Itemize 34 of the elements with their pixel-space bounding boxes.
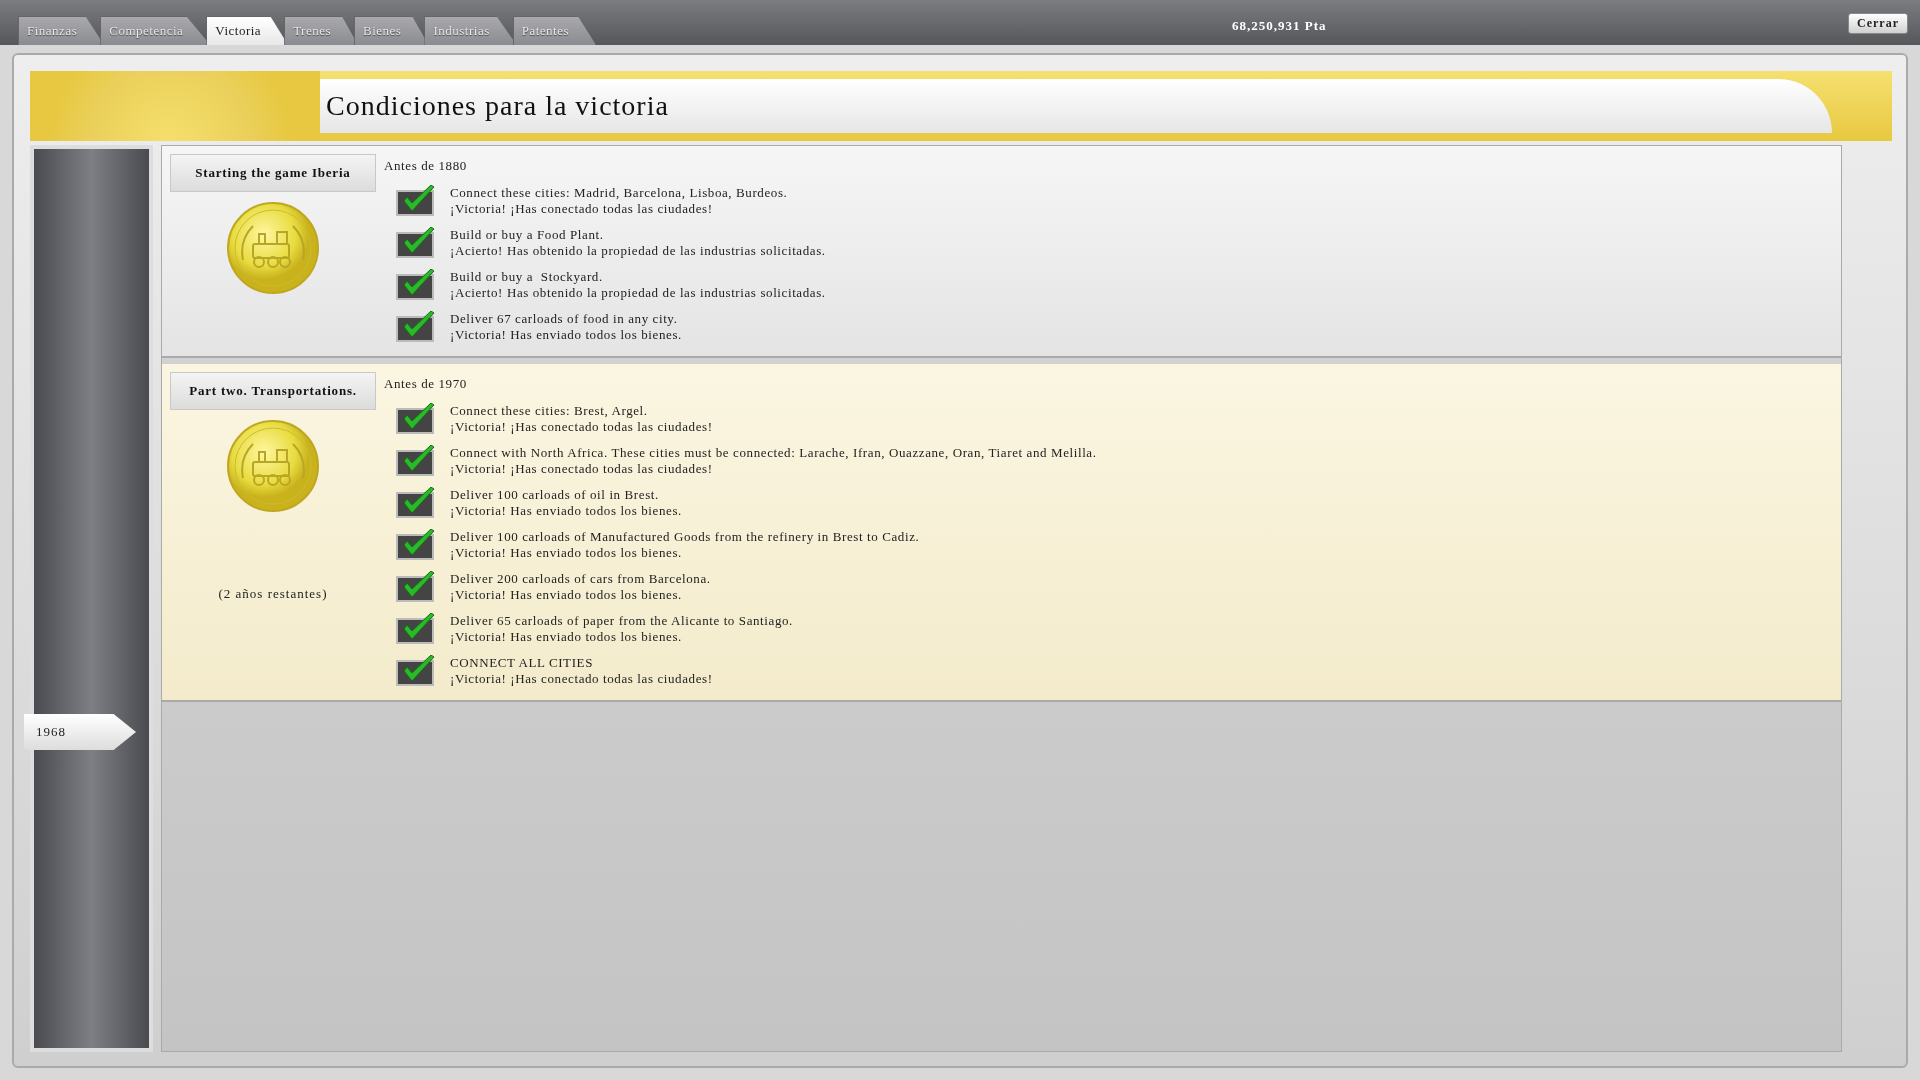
goal-result-text: ¡Victoria! Has enviado todos los bienes. <box>450 629 683 645</box>
goal-text: Deliver 65 carloads of paper from the Alicante to Santiago. <box>450 613 793 629</box>
goal-result-text: ¡Victoria! Has enviado todos los bienes. <box>450 503 682 519</box>
goal-text: Deliver 200 carloads of cars from Barcelona. <box>450 571 711 587</box>
medal-icon <box>225 200 321 296</box>
year-marker: 1968 <box>24 714 136 750</box>
deadline-text: Antes de 1970 <box>384 375 468 393</box>
scenario-title: Part two. Transportations. <box>170 372 376 410</box>
goal-result-text: ¡Victoria! Has enviado todos los bienes. <box>450 587 683 603</box>
goal-text: Build or buy a Food Plant. <box>450 227 605 243</box>
balance-text: 68,250,931 Pta <box>1232 18 1327 34</box>
page-title: Condiciones para la victoria <box>320 79 1832 133</box>
goal-text: Connect these cities: Brest, Argel. <box>450 403 649 419</box>
goal-text: Connect these cities: Madrid, Barcelona, Lisboa, Burdeos. <box>450 185 788 201</box>
goal-result-text: ¡Victoria! ¡Has conectado todas las ciudades! <box>450 201 714 217</box>
scenario-title: Starting the game Iberia <box>170 154 376 192</box>
close-button[interactable]: Cerrar <box>1848 13 1908 34</box>
medal-icon <box>225 418 321 514</box>
goal-result-text: ¡Acierto! Has obtenido la propiedad de las industrias solicitadas. <box>450 243 826 259</box>
goal-text: Connect with North Africa. These cities must be connected: Larache, Ifran, Ouazzane, Oran, Tiaret and Melilla. <box>450 445 1097 461</box>
goal-result-text: ¡Acierto! Has obtenido la propiedad de las industrias solicitadas. <box>450 285 826 301</box>
goal-result-text: ¡Victoria! Has enviado todos los bienes. <box>450 327 682 343</box>
goal-text: CONNECT ALL CITIES <box>450 655 594 671</box>
deadline-text: Antes de 1880 <box>384 157 468 175</box>
goal-text: Build or buy a Stockyard. <box>450 269 604 285</box>
goal-result-text: ¡Victoria! ¡Has conectado todas las ciudades! <box>450 419 713 435</box>
goal-text: Deliver 67 carloads of food in any city. <box>450 311 679 327</box>
goal-result-text: ¡Victoria! ¡Has conectado todas las ciudades! <box>450 671 713 687</box>
tab[interactable]: Patentes <box>512 16 597 45</box>
goal-result-text: ¡Victoria! Has enviado todos los bienes. <box>450 545 683 561</box>
goal-text: Deliver 100 carloads of Manufactured Goods from the refinery in Brest to Cadiz. <box>450 529 920 545</box>
goal-result-text: ¡Victoria! ¡Has conectado todas las ciudades! <box>450 461 714 477</box>
goal-text: Deliver 100 carloads of oil in Brest. <box>450 487 660 503</box>
time-remaining-text: (2 años restantes) <box>218 586 328 602</box>
